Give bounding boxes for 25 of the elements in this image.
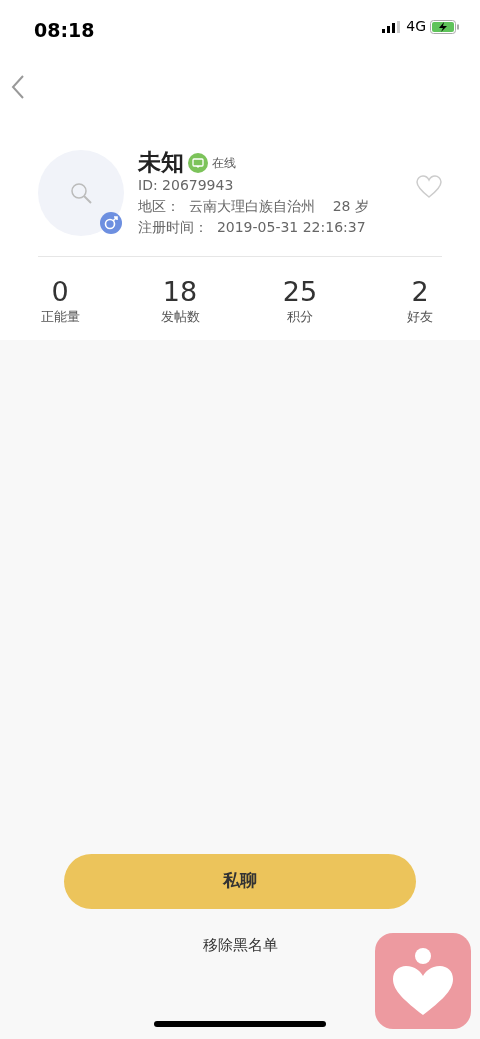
- stat-value: 25: [281, 277, 319, 307]
- registration-time: 注册时间： 2019-05-31 22:16:37: [138, 218, 367, 238]
- stat-label: 好友: [406, 307, 434, 326]
- stat-label: 积分: [286, 307, 314, 326]
- remove-blacklist-link[interactable]: 移除黑名单: [196, 932, 284, 957]
- stat-label: 发帖数: [159, 307, 201, 326]
- region-age: 地区： 云南大理白族自治州 28 岁: [138, 197, 370, 217]
- battery-icon: [430, 19, 460, 34]
- chat-bubble-icon: [188, 152, 208, 173]
- heart-icon[interactable]: [416, 174, 442, 199]
- online-status: 在线: [212, 154, 236, 172]
- heart-app-icon[interactable]: [375, 933, 471, 1029]
- private-chat-button[interactable]: 私聊: [64, 853, 416, 909]
- male-icon: [100, 212, 122, 234]
- stat-value: 18: [161, 277, 199, 307]
- magnifier-icon: [69, 181, 93, 205]
- stat-label: 正能量: [39, 307, 81, 326]
- user-name: 未知: [138, 150, 184, 176]
- stat-value: 2: [410, 277, 430, 307]
- user-id: ID: 20679943: [138, 176, 235, 196]
- back-icon[interactable]: [10, 74, 26, 100]
- network-label: 4G: [406, 17, 426, 36]
- signal-icon: [382, 20, 403, 33]
- stat-value: 0: [50, 277, 70, 307]
- status-time: 08:18: [34, 18, 95, 43]
